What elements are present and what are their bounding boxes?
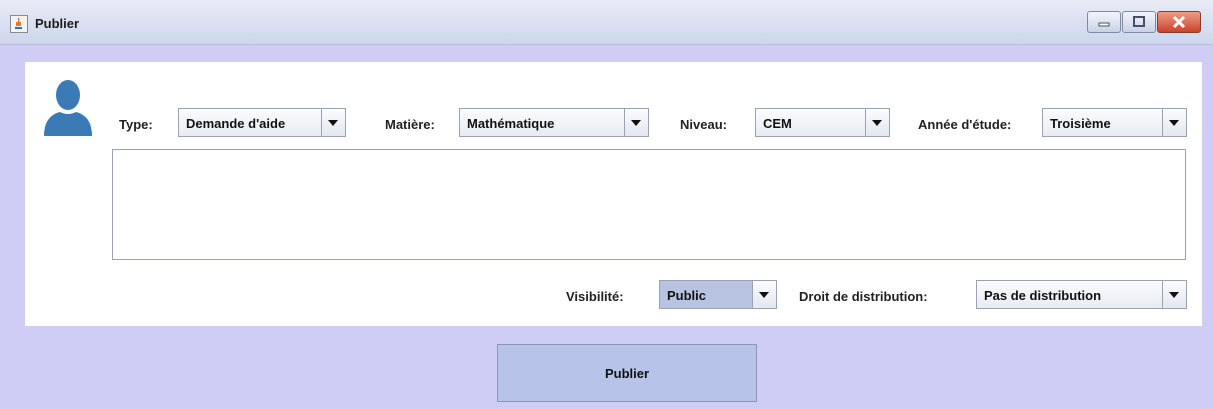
- visibilite-value: Public: [667, 288, 707, 303]
- chevron-down-icon[interactable]: [752, 281, 776, 308]
- type-label: Type:: [119, 117, 153, 132]
- matiere-combobox[interactable]: Mathématique: [459, 108, 649, 137]
- close-icon: [1172, 15, 1186, 29]
- user-avatar-icon: [44, 80, 92, 136]
- matiere-value: Mathématique: [467, 116, 555, 131]
- annee-combobox[interactable]: Troisième: [1042, 108, 1187, 137]
- window-controls: [1086, 11, 1201, 33]
- window-title: Publier: [35, 16, 80, 31]
- content-textarea[interactable]: [112, 149, 1186, 260]
- annee-value: Troisième: [1050, 116, 1111, 131]
- publish-button-label: Publier: [604, 365, 650, 381]
- chevron-down-icon[interactable]: [321, 109, 345, 136]
- niveau-label: Niveau:: [680, 117, 727, 132]
- droit-value: Pas de distribution: [984, 288, 1102, 303]
- title-bar: Publier: [0, 0, 1213, 45]
- type-value: Demande d'aide: [186, 116, 286, 131]
- close-button[interactable]: [1157, 11, 1201, 33]
- droit-combobox[interactable]: Pas de distribution: [976, 280, 1187, 309]
- type-combobox[interactable]: Demande d'aide: [178, 108, 346, 137]
- niveau-combobox[interactable]: CEM: [755, 108, 890, 137]
- chevron-down-icon[interactable]: [1162, 281, 1186, 308]
- minimize-icon: [1098, 22, 1110, 27]
- publish-button[interactable]: Publier: [497, 344, 757, 402]
- minimize-button[interactable]: [1087, 11, 1121, 33]
- maximize-button[interactable]: [1122, 11, 1156, 33]
- matiere-label: Matière:: [385, 117, 435, 132]
- visibilite-combobox[interactable]: Public: [659, 280, 777, 309]
- java-cup-icon: [10, 15, 28, 33]
- chevron-down-icon[interactable]: [624, 109, 648, 136]
- maximize-icon: [1133, 16, 1145, 27]
- chevron-down-icon[interactable]: [1162, 109, 1186, 136]
- droit-label: Droit de distribution:: [799, 289, 928, 304]
- chevron-down-icon[interactable]: [865, 109, 889, 136]
- annee-label: Année d'étude:: [918, 117, 1012, 132]
- niveau-value: CEM: [763, 116, 792, 131]
- visibilite-label: Visibilité:: [566, 289, 624, 304]
